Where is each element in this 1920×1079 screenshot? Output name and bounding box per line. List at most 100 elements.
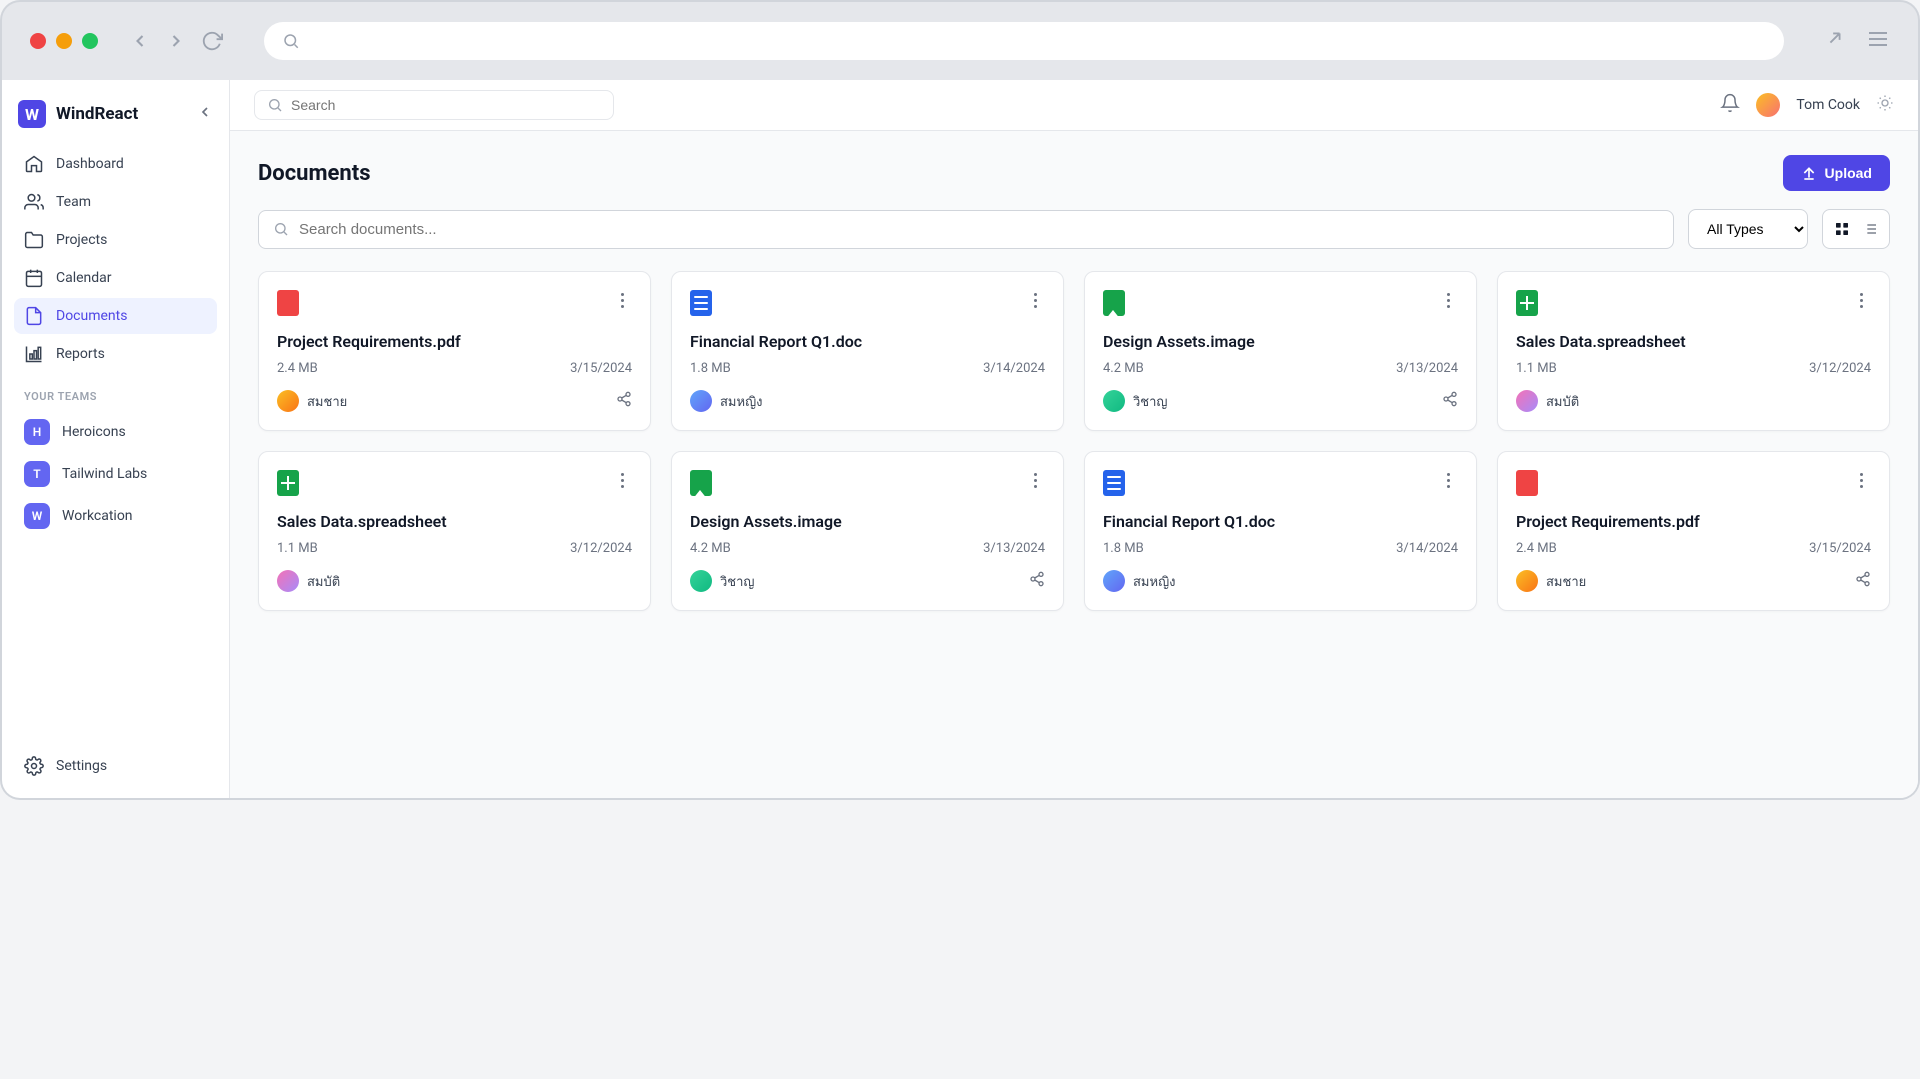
expand-icon[interactable] [1824,27,1846,55]
document-size: 1.1 MB [277,541,318,556]
chart-icon [24,344,44,364]
document-size: 1.8 MB [1103,541,1144,556]
document-card[interactable]: Design Assets.image 4.2 MB 3/13/2024 วิช… [671,451,1064,611]
sidebar-item-calendar[interactable]: Calendar [14,260,217,296]
sidebar-item-documents[interactable]: Documents [14,298,217,334]
sidebar-item-reports[interactable]: Reports [14,336,217,372]
user-avatar[interactable] [1756,93,1780,117]
document-date: 3/12/2024 [1809,361,1871,376]
reload-button[interactable] [200,29,224,53]
type-filter-select[interactable]: All Types [1688,209,1808,249]
owner-name: วิชาญ [720,571,755,592]
card-menu-button[interactable] [1438,470,1458,490]
card-menu-button[interactable] [1025,470,1045,490]
document-card[interactable]: Financial Report Q1.doc 1.8 MB 3/14/2024… [671,271,1064,431]
grid-icon [1834,221,1850,237]
document-card[interactable]: Financial Report Q1.doc 1.8 MB 3/14/2024… [1084,451,1477,611]
gear-icon [24,756,44,776]
image-file-icon [690,470,712,496]
document-icon [24,306,44,326]
forward-button[interactable] [164,29,188,53]
document-owner: สมหญิง [690,390,763,412]
team-item-tailwind-labs[interactable]: TTailwind Labs [14,453,217,495]
notifications-button[interactable] [1720,93,1740,117]
document-date: 3/13/2024 [1396,361,1458,376]
top-search-input[interactable] [291,97,601,113]
team-item-heroicons[interactable]: HHeroicons [14,411,217,453]
document-date: 3/12/2024 [570,541,632,556]
back-button[interactable] [128,29,152,53]
document-search[interactable] [258,210,1674,249]
document-card[interactable]: Project Requirements.pdf 2.4 MB 3/15/202… [1497,451,1890,611]
owner-name: สมหญิง [720,391,763,412]
sidebar-item-projects[interactable]: Projects [14,222,217,258]
team-badge: T [24,461,50,487]
document-name: Sales Data.spreadsheet [1516,332,1871,351]
document-owner: สมหญิง [1103,570,1176,592]
url-bar[interactable] [264,22,1784,60]
sidebar-item-settings[interactable]: Settings [14,748,217,784]
card-menu-button[interactable] [612,470,632,490]
document-owner: สมบัติ [277,570,340,592]
document-size: 4.2 MB [690,541,731,556]
sidebar-item-team[interactable]: Team [14,184,217,220]
share-button[interactable] [1029,571,1045,591]
document-owner: สมชาย [277,390,347,412]
share-button[interactable] [616,391,632,411]
document-size: 4.2 MB [1103,361,1144,376]
sidebar-item-dashboard[interactable]: Dashboard [14,146,217,182]
top-search[interactable] [254,90,614,120]
sheet-file-icon [1516,290,1538,316]
nav-label: Calendar [56,270,112,286]
home-icon [24,154,44,174]
grid-view-button[interactable] [1829,216,1855,242]
document-search-input[interactable] [299,221,1659,238]
list-view-button[interactable] [1857,216,1883,242]
document-card[interactable]: Project Requirements.pdf 2.4 MB 3/15/202… [258,271,651,431]
document-name: Sales Data.spreadsheet [277,512,632,531]
theme-toggle-button[interactable] [1876,94,1894,116]
search-icon [267,97,283,113]
card-menu-button[interactable] [1438,290,1458,310]
upload-button[interactable]: Upload [1783,155,1890,191]
brand-name: WindReact [56,104,187,124]
minimize-window-button[interactable] [56,33,72,49]
document-card[interactable]: Design Assets.image 4.2 MB 3/13/2024 วิช… [1084,271,1477,431]
team-item-workcation[interactable]: WWorkcation [14,495,217,537]
menu-icon[interactable] [1866,27,1890,55]
owner-name: วิชาญ [1133,391,1168,412]
maximize-window-button[interactable] [82,33,98,49]
card-menu-button[interactable] [1025,290,1045,310]
share-button[interactable] [1442,391,1458,411]
document-name: Financial Report Q1.doc [1103,512,1458,531]
owner-name: สมชาย [1546,571,1586,592]
document-card[interactable]: Sales Data.spreadsheet 1.1 MB 3/12/2024 … [258,451,651,611]
card-menu-button[interactable] [1851,470,1871,490]
share-button[interactable] [1855,571,1871,591]
pdf-file-icon [277,290,299,316]
team-label: Workcation [62,508,133,524]
document-date: 3/15/2024 [1809,541,1871,556]
browser-chrome [0,0,1920,80]
document-name: Project Requirements.pdf [277,332,632,351]
owner-name: สมบัติ [307,571,340,592]
card-menu-button[interactable] [1851,290,1871,310]
folder-icon [24,230,44,250]
owner-avatar [690,570,712,592]
settings-label: Settings [56,758,107,774]
owner-avatar [1516,390,1538,412]
owner-avatar [277,390,299,412]
main-area: Tom Cook Documents Upload All Types [230,80,1918,798]
chrome-right-controls [1824,27,1890,55]
document-date: 3/14/2024 [1396,541,1458,556]
document-name: Design Assets.image [1103,332,1458,351]
close-window-button[interactable] [30,33,46,49]
sidebar-collapse-button[interactable] [197,104,213,124]
document-card[interactable]: Sales Data.spreadsheet 1.1 MB 3/12/2024 … [1497,271,1890,431]
card-menu-button[interactable] [612,290,632,310]
search-icon [282,32,300,50]
nav-arrows [128,29,224,53]
nav-label: Team [56,194,91,210]
page-head: Documents Upload [258,155,1890,191]
documents-grid: Project Requirements.pdf 2.4 MB 3/15/202… [258,271,1890,611]
